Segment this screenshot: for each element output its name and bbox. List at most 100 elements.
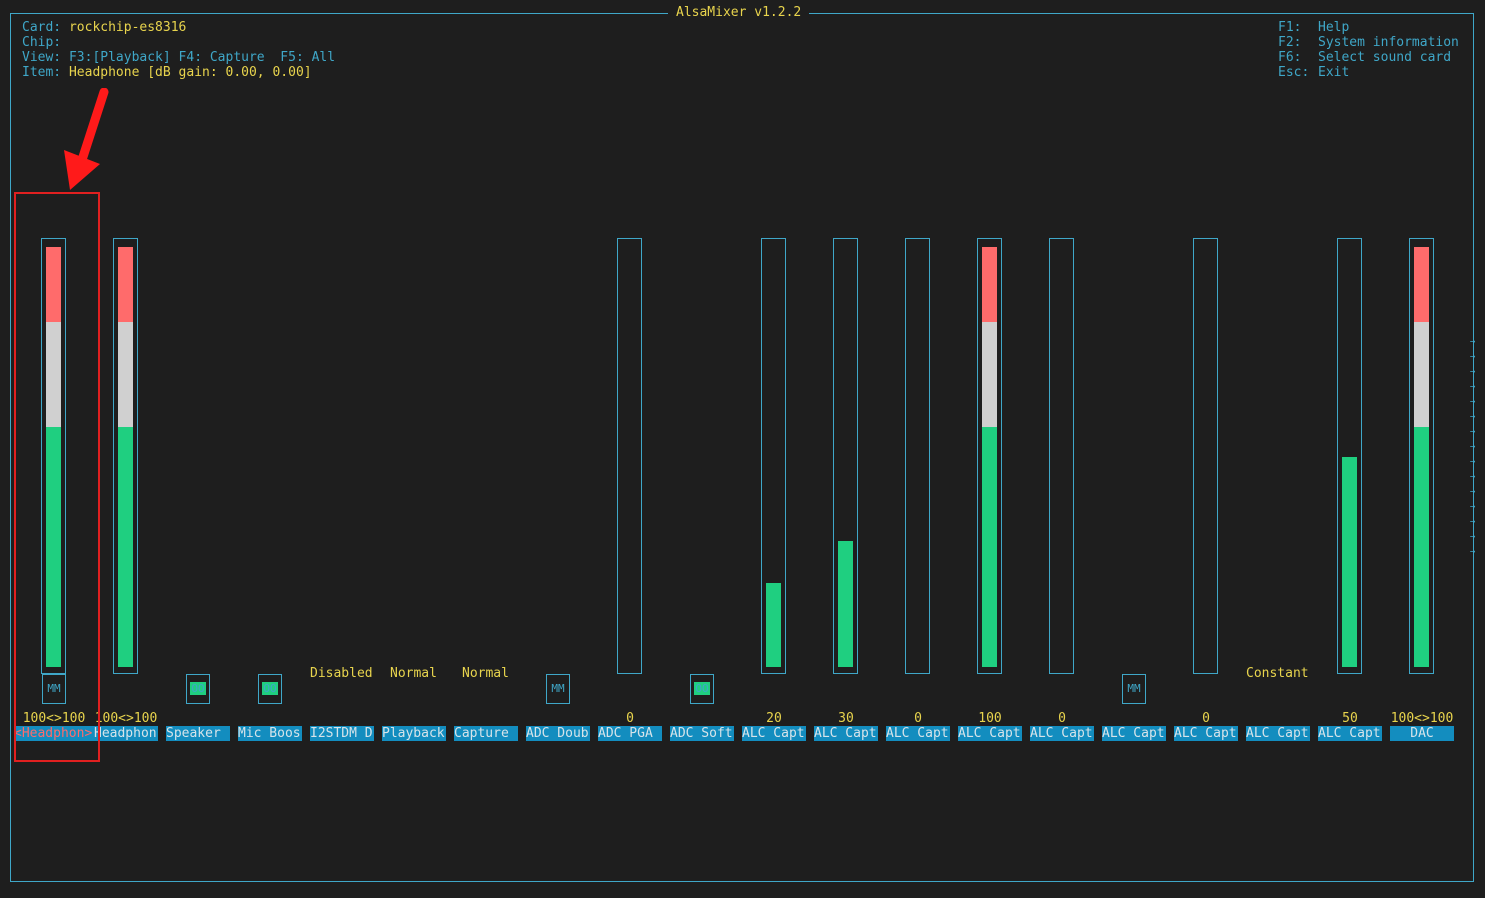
scroll-arrow-icon: →	[1470, 382, 1476, 392]
control-name-label[interactable]: Speaker	[166, 726, 230, 741]
volume-value: 30	[838, 711, 854, 726]
scroll-arrow-icon: →	[1470, 427, 1476, 437]
scroll-arrow-icon: →	[1470, 412, 1476, 422]
control-name-label[interactable]: ALC Capt	[1318, 726, 1382, 741]
fader-level-red	[118, 247, 133, 322]
chip-label: Chip:	[22, 35, 62, 50]
info-panel: Card: rockchip-es8316 Chip: View: F3:[Pl…	[22, 20, 335, 80]
scroll-arrow-icon: →	[1470, 472, 1476, 482]
item-label: Item:	[22, 65, 62, 80]
mute-state: OO	[694, 682, 710, 695]
control-name-label[interactable]: Playback	[382, 726, 446, 741]
fader-level-red	[982, 247, 997, 322]
control-name-label[interactable]: DAC	[1390, 726, 1454, 741]
control-name-label[interactable]: ALC Capt	[1030, 726, 1094, 741]
volume-fader[interactable]	[113, 238, 138, 674]
scroll-arrow-icon: →	[1470, 532, 1476, 542]
annotation-highlight-box	[14, 192, 100, 762]
control-name-label[interactable]: ALC Capt	[1246, 726, 1310, 741]
scroll-arrow-icon: →	[1470, 397, 1476, 407]
help-panel: F1: Help F2: System information F6: Select …	[1278, 20, 1459, 80]
fader-level-green	[1342, 457, 1357, 667]
card-label: Card:	[22, 20, 62, 35]
mute-toggle[interactable]: OO	[258, 674, 282, 704]
volume-value: 50	[1342, 711, 1358, 726]
volume-value: 20	[766, 711, 782, 726]
control-name-label[interactable]: I2STDM D	[310, 726, 374, 741]
volume-value: 0	[914, 711, 922, 726]
fader-level-white	[982, 322, 997, 427]
scroll-indicator[interactable]: → → → → → → → → → → → → → → →	[1470, 335, 1478, 560]
control-name-label[interactable]: ALC Capt	[1102, 726, 1166, 741]
help-f1[interactable]: F1: Help	[1278, 20, 1459, 35]
control-name-label[interactable]: Mic Boos	[238, 726, 302, 741]
mute-toggle[interactable]: MM	[1122, 674, 1146, 704]
control-name-label[interactable]: ALC Capt	[886, 726, 950, 741]
control-name-label[interactable]: Headphon	[94, 726, 158, 741]
mute-state: MM	[551, 682, 565, 695]
enum-value[interactable]: Constant	[1246, 666, 1309, 681]
volume-fader[interactable]	[1049, 238, 1074, 674]
volume-fader[interactable]	[761, 238, 786, 674]
help-f6[interactable]: F6: Select sound card	[1278, 50, 1459, 65]
volume-fader[interactable]	[833, 238, 858, 674]
scroll-arrow-icon: →	[1470, 487, 1476, 497]
scroll-arrow-icon: →	[1470, 457, 1476, 467]
fader-level-white	[1414, 322, 1429, 427]
volume-value: 0	[626, 711, 634, 726]
control-name-label[interactable]: ADC PGA	[598, 726, 662, 741]
volume-fader[interactable]	[977, 238, 1002, 674]
control-name-label[interactable]: ALC Capt	[958, 726, 1022, 741]
volume-fader[interactable]	[1409, 238, 1434, 674]
mixer-frame	[10, 13, 1474, 882]
help-key: F6:	[1278, 50, 1302, 65]
volume-fader[interactable]	[1337, 238, 1362, 674]
control-name-label[interactable]: ALC Capt	[1174, 726, 1238, 741]
control-name-label[interactable]: ALC Capt	[814, 726, 878, 741]
mute-toggle[interactable]: OO	[186, 674, 210, 704]
view-label: View:	[22, 50, 62, 65]
view-value[interactable]: F3:[Playback] F4: Capture F5: All	[69, 50, 335, 65]
volume-fader[interactable]	[1193, 238, 1218, 674]
app-title: AlsaMixer v1.2.2	[668, 5, 810, 20]
control-name-label[interactable]: ADC Soft	[670, 726, 734, 741]
scroll-arrow-icon: →	[1470, 517, 1476, 527]
help-key: F2:	[1278, 35, 1302, 50]
fader-level-green	[118, 427, 133, 667]
mute-toggle[interactable]: MM	[546, 674, 570, 704]
help-desc: System information	[1318, 35, 1459, 50]
volume-fader[interactable]	[617, 238, 642, 674]
scroll-arrow-icon: →	[1470, 442, 1476, 452]
enum-value[interactable]: Normal	[462, 666, 509, 681]
scroll-arrow-icon: →	[1470, 367, 1476, 377]
volume-value: 100<>100	[94, 711, 158, 726]
mute-toggle[interactable]: OO	[690, 674, 714, 704]
control-name-label[interactable]: Capture	[454, 726, 518, 741]
help-desc: Exit	[1318, 65, 1350, 80]
help-esc[interactable]: Esc: Exit	[1278, 65, 1459, 80]
scroll-arrow-icon: →	[1470, 352, 1476, 362]
volume-value: 0	[1202, 711, 1210, 726]
mute-state: OO	[262, 682, 278, 695]
fader-level-red	[1414, 247, 1429, 322]
fader-level-green	[982, 427, 997, 667]
item-value: Headphone [dB gain: 0.00, 0.00]	[68, 65, 312, 80]
help-f2[interactable]: F2: System information	[1278, 35, 1459, 50]
scroll-arrow-icon: →	[1470, 502, 1476, 512]
volume-fader[interactable]	[905, 238, 930, 674]
fader-level-white	[118, 322, 133, 427]
fader-level-green	[838, 541, 853, 667]
help-desc: Help	[1318, 20, 1350, 35]
help-desc: Select sound card	[1318, 50, 1452, 65]
fader-level-green	[766, 583, 781, 667]
mute-state: MM	[1127, 682, 1141, 695]
card-value: rockchip-es8316	[68, 20, 187, 35]
enum-value[interactable]: Normal	[390, 666, 437, 681]
help-key: Esc:	[1278, 65, 1310, 80]
control-name-label[interactable]: ALC Capt	[742, 726, 806, 741]
scroll-arrow-icon: →	[1470, 337, 1476, 347]
annotation-arrow-icon	[64, 88, 109, 190]
enum-value[interactable]: Disabled	[310, 666, 373, 681]
control-name-label[interactable]: ADC Doub	[526, 726, 590, 741]
mute-state: OO	[190, 682, 206, 695]
